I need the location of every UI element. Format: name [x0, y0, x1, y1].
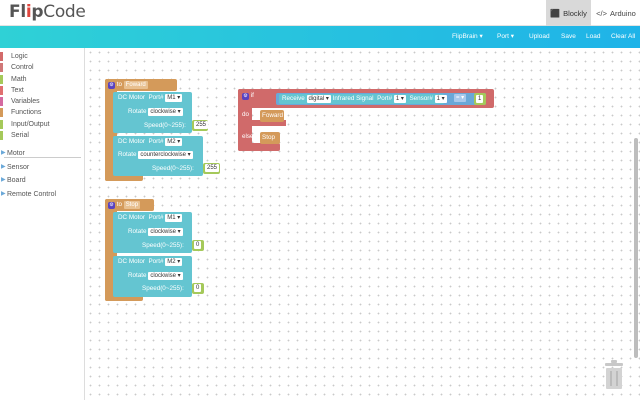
port-dropdown[interactable]: Port ▾ [497, 26, 514, 48]
puzzle-icon: ⬛ [550, 8, 561, 18]
call-foward-block[interactable]: Foward [260, 110, 284, 122]
category-serial[interactable]: Serial [0, 130, 84, 141]
upload-button[interactable]: Upload [529, 26, 550, 48]
expand-arrow-icon: ▶ [1, 150, 6, 157]
speed-value-block[interactable]: 255 [192, 120, 209, 131]
gear-icon[interactable]: ⚙ [242, 93, 249, 100]
function-name-foward[interactable]: Foward [123, 81, 148, 89]
load-button[interactable]: Load [586, 26, 600, 48]
category-logic[interactable]: Logic [0, 51, 84, 62]
top-bar: FlipCode ⬛ Blockly </> Arduino [0, 0, 640, 26]
function-stop-header[interactable]: ⚙ to Stop [105, 199, 154, 211]
port-select-m1[interactable]: M1 ▾ [165, 94, 183, 102]
expand-arrow-icon: ▶ [1, 163, 6, 170]
port-select-m2[interactable]: M2 ▾ [165, 258, 183, 266]
toolbar: FlipBrain ▾ Port ▾ Upload Save Load Clea… [0, 26, 640, 48]
tab-blockly[interactable]: ⬛ Blockly [546, 0, 591, 26]
group-sensor[interactable]: ▶ Sensor [0, 161, 84, 175]
expand-arrow-icon: ▶ [1, 177, 6, 184]
flipcode-logo: FlipCode [9, 2, 86, 22]
port-select-m1[interactable]: M1 ▾ [165, 214, 183, 222]
rotate-select-clockwise[interactable]: clockwise ▾ [148, 228, 183, 236]
expand-arrow-icon: ▶ [1, 190, 6, 197]
number-block[interactable]: 1 [474, 93, 486, 105]
function-foward-header[interactable]: ⚙ to Foward [105, 79, 177, 91]
speed-value-block[interactable]: 0 [192, 240, 204, 251]
category-text[interactable]: Text [0, 85, 84, 96]
digital-select[interactable]: digital ▾ [306, 95, 331, 103]
port-select[interactable]: 1 ▾ [393, 95, 406, 103]
group-remote-control[interactable]: ▶ Remote Control [0, 188, 84, 202]
speed-value-block[interactable]: 0 [192, 283, 204, 294]
speed-value-block[interactable]: 255 [203, 163, 220, 174]
rotate-select-clockwise[interactable]: clockwise ▾ [148, 108, 183, 116]
vertical-scrollbar[interactable] [634, 138, 638, 358]
clear-all-button[interactable]: Clear All [611, 26, 635, 48]
category-functions[interactable]: Functions [0, 107, 84, 118]
rotate-select-counterclockwise[interactable]: counterclockwise ▾ [138, 151, 193, 159]
tab-arduino[interactable]: </> Arduino [592, 0, 640, 26]
toolbox: Logic Control Math Text Variables Functi… [0, 48, 85, 400]
save-button[interactable]: Save [561, 26, 576, 48]
function-name-stop[interactable]: Stop [123, 201, 141, 209]
code-icon: </> [596, 8, 607, 18]
blockly-workspace[interactable]: ⚙ to Foward DC Motor Port# M1 ▾ Rotate c… [86, 48, 640, 400]
flipbrain-dropdown[interactable]: FlipBrain ▾ [452, 26, 483, 48]
group-motor[interactable]: ▶ Motor [0, 147, 84, 161]
category-math[interactable]: Math [0, 74, 84, 85]
category-variables[interactable]: Variables [0, 96, 84, 107]
category-input-output[interactable]: Input/Output [0, 119, 84, 130]
trash-icon[interactable] [603, 360, 625, 390]
call-stop-block[interactable]: Stop [260, 132, 280, 144]
category-control[interactable]: Control [0, 62, 84, 73]
gear-icon[interactable]: ⚙ [108, 202, 115, 209]
receive-infrared-block[interactable]: Receive digital ▾ Infrared Signal Port# … [279, 94, 447, 104]
port-select-m2[interactable]: M2 ▾ [165, 138, 183, 146]
operator-select[interactable]: = ▾ [454, 94, 467, 102]
sensor-select[interactable]: 1 ▾ [434, 95, 447, 103]
rotate-select-clockwise[interactable]: clockwise ▾ [148, 272, 183, 280]
gear-icon[interactable]: ⚙ [108, 82, 115, 89]
group-board[interactable]: ▶ Board [0, 174, 84, 188]
